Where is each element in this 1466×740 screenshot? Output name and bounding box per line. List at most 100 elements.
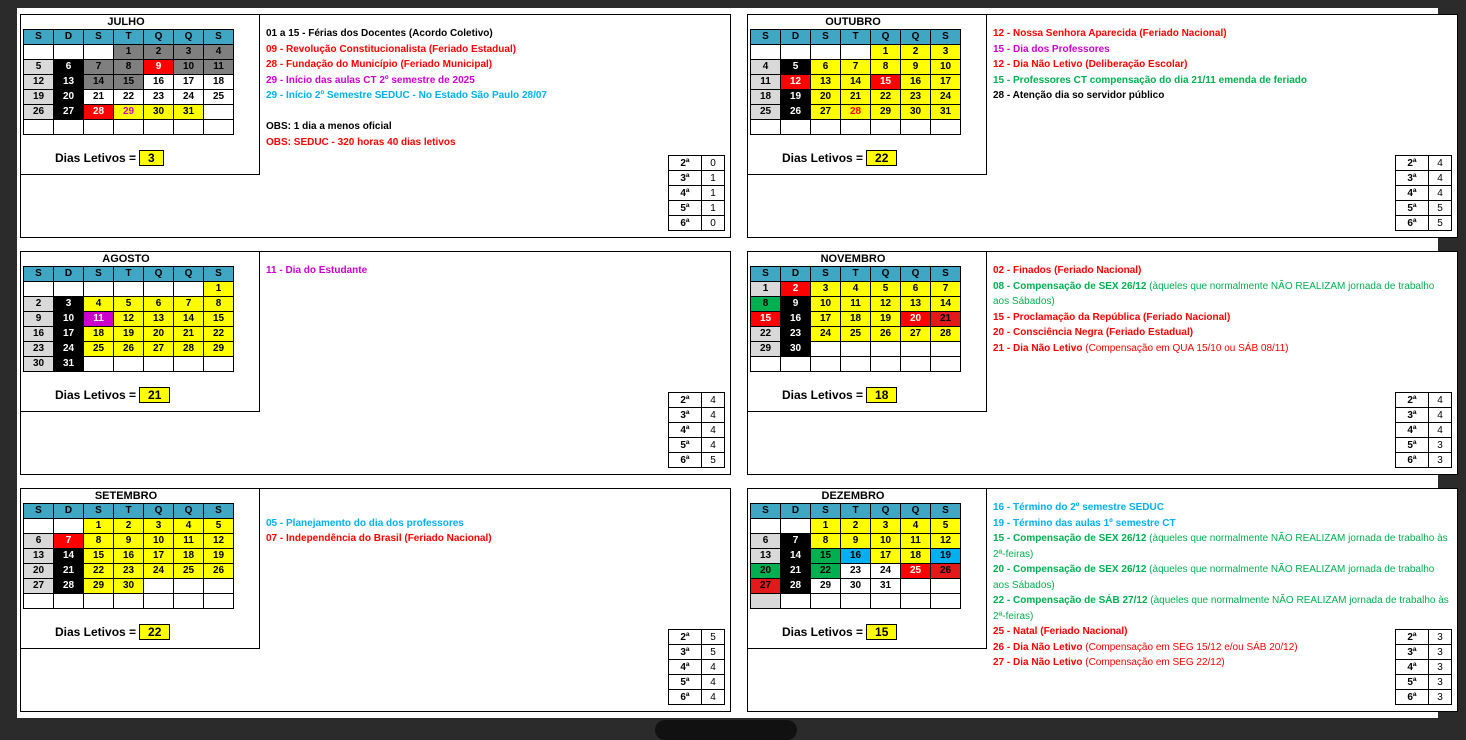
- day-cell[interactable]: 30: [901, 105, 931, 120]
- day-cell[interactable]: 26: [781, 105, 811, 120]
- day-cell[interactable]: 16: [144, 75, 174, 90]
- day-cell[interactable]: 16: [901, 75, 931, 90]
- day-cell[interactable]: 21: [54, 564, 84, 579]
- day-cell[interactable]: 20: [144, 327, 174, 342]
- day-cell[interactable]: [901, 120, 931, 135]
- day-cell[interactable]: 19: [24, 90, 54, 105]
- day-cell[interactable]: [84, 45, 114, 60]
- day-cell[interactable]: 28: [931, 327, 961, 342]
- day-cell[interactable]: 7: [54, 534, 84, 549]
- day-cell[interactable]: 27: [901, 327, 931, 342]
- day-cell[interactable]: 1: [751, 282, 781, 297]
- day-cell[interactable]: 7: [931, 282, 961, 297]
- day-cell[interactable]: [901, 594, 931, 609]
- day-cell[interactable]: [931, 357, 961, 372]
- day-cell[interactable]: 27: [24, 579, 54, 594]
- day-cell[interactable]: 3: [871, 519, 901, 534]
- day-cell[interactable]: [781, 519, 811, 534]
- day-cell[interactable]: 17: [871, 549, 901, 564]
- day-cell[interactable]: 21: [931, 312, 961, 327]
- day-cell[interactable]: 1: [871, 45, 901, 60]
- day-cell[interactable]: 9: [114, 534, 144, 549]
- day-cell[interactable]: 9: [24, 312, 54, 327]
- day-cell[interactable]: 3: [931, 45, 961, 60]
- day-cell[interactable]: 20: [901, 312, 931, 327]
- day-cell[interactable]: 6: [811, 60, 841, 75]
- day-cell[interactable]: 6: [901, 282, 931, 297]
- day-cell[interactable]: 3: [174, 45, 204, 60]
- day-cell[interactable]: 28: [174, 342, 204, 357]
- day-cell[interactable]: 27: [811, 105, 841, 120]
- day-cell[interactable]: [84, 357, 114, 372]
- day-cell[interactable]: 24: [144, 564, 174, 579]
- day-cell[interactable]: 15: [871, 75, 901, 90]
- day-cell[interactable]: 17: [144, 549, 174, 564]
- day-cell[interactable]: [841, 357, 871, 372]
- day-cell[interactable]: 18: [84, 327, 114, 342]
- day-cell[interactable]: 14: [54, 549, 84, 564]
- day-cell[interactable]: 28: [54, 579, 84, 594]
- day-cell[interactable]: [811, 357, 841, 372]
- day-cell[interactable]: [84, 120, 114, 135]
- day-cell[interactable]: 29: [751, 342, 781, 357]
- day-cell[interactable]: 4: [84, 297, 114, 312]
- day-cell[interactable]: 3: [54, 297, 84, 312]
- day-cell[interactable]: 29: [811, 579, 841, 594]
- day-cell[interactable]: 5: [931, 519, 961, 534]
- day-cell[interactable]: 10: [931, 60, 961, 75]
- day-cell[interactable]: 13: [144, 312, 174, 327]
- day-cell[interactable]: 16: [24, 327, 54, 342]
- day-cell[interactable]: 5: [24, 60, 54, 75]
- day-cell[interactable]: 27: [751, 579, 781, 594]
- day-cell[interactable]: [841, 120, 871, 135]
- day-cell[interactable]: 1: [84, 519, 114, 534]
- day-cell[interactable]: 22: [811, 564, 841, 579]
- day-cell[interactable]: 24: [174, 90, 204, 105]
- bottom-scroll-pill[interactable]: [655, 720, 797, 740]
- day-cell[interactable]: 26: [204, 564, 234, 579]
- day-cell[interactable]: 19: [204, 549, 234, 564]
- day-cell[interactable]: [781, 120, 811, 135]
- day-cell[interactable]: [781, 594, 811, 609]
- day-cell[interactable]: [144, 120, 174, 135]
- day-cell[interactable]: 20: [54, 90, 84, 105]
- day-cell[interactable]: 11: [174, 534, 204, 549]
- day-cell[interactable]: 30: [781, 342, 811, 357]
- day-cell[interactable]: 25: [204, 90, 234, 105]
- day-cell[interactable]: 2: [24, 297, 54, 312]
- day-cell[interactable]: [901, 579, 931, 594]
- day-cell[interactable]: 31: [174, 105, 204, 120]
- day-cell[interactable]: 23: [841, 564, 871, 579]
- day-cell[interactable]: 4: [174, 519, 204, 534]
- day-cell[interactable]: 15: [751, 312, 781, 327]
- day-cell[interactable]: 27: [54, 105, 84, 120]
- day-cell[interactable]: [144, 357, 174, 372]
- day-cell[interactable]: [871, 594, 901, 609]
- day-cell[interactable]: 7: [841, 60, 871, 75]
- day-cell[interactable]: 11: [84, 312, 114, 327]
- day-cell[interactable]: 2: [781, 282, 811, 297]
- day-cell[interactable]: 25: [901, 564, 931, 579]
- day-cell[interactable]: 17: [811, 312, 841, 327]
- day-cell[interactable]: 8: [204, 297, 234, 312]
- day-cell[interactable]: [751, 45, 781, 60]
- day-cell[interactable]: 18: [751, 90, 781, 105]
- day-cell[interactable]: 14: [174, 312, 204, 327]
- day-cell[interactable]: 23: [781, 327, 811, 342]
- day-cell[interactable]: 11: [204, 60, 234, 75]
- day-cell[interactable]: 18: [841, 312, 871, 327]
- day-cell[interactable]: [811, 120, 841, 135]
- day-cell[interactable]: 10: [54, 312, 84, 327]
- day-cell[interactable]: 18: [174, 549, 204, 564]
- day-cell[interactable]: 10: [811, 297, 841, 312]
- day-cell[interactable]: 29: [871, 105, 901, 120]
- day-cell[interactable]: 27: [144, 342, 174, 357]
- day-cell[interactable]: 10: [871, 534, 901, 549]
- day-cell[interactable]: 1: [204, 282, 234, 297]
- day-cell[interactable]: [114, 282, 144, 297]
- day-cell[interactable]: 23: [144, 90, 174, 105]
- day-cell[interactable]: 30: [24, 357, 54, 372]
- day-cell[interactable]: [751, 519, 781, 534]
- day-cell[interactable]: 5: [114, 297, 144, 312]
- day-cell[interactable]: [54, 519, 84, 534]
